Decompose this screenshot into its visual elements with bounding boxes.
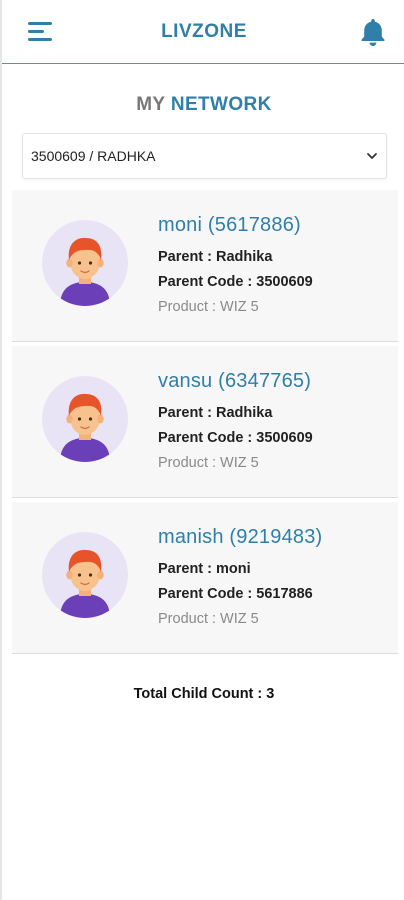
- child-card[interactable]: moni (5617886) Parent : Radhika Parent C…: [12, 190, 398, 342]
- avatar: [42, 376, 128, 462]
- child-card[interactable]: manish (9219483) Parent : moni Parent Co…: [12, 502, 398, 654]
- child-parent: Parent : Radhika: [158, 249, 273, 265]
- page-title: MY NETWORK: [2, 94, 404, 116]
- page-title-prefix: MY: [136, 94, 166, 115]
- total-child-count: Total Child Count : 3: [133, 686, 275, 702]
- child-product: Product : WIZ 5: [158, 455, 259, 471]
- child-parent-code: Parent Code : 5617886: [158, 586, 313, 602]
- child-product: Product : WIZ 5: [158, 299, 259, 315]
- child-name: manish (9219483): [158, 526, 323, 548]
- app-header: LIVZONE: [2, 0, 404, 64]
- child-parent-code: Parent Code : 3500609: [158, 274, 313, 290]
- child-name: vansu (6347765): [158, 370, 312, 392]
- member-select[interactable]: 3500609 / RADHKA: [22, 133, 387, 179]
- app-title: LIVZONE: [161, 21, 247, 42]
- page: LIVZONE MY NETWORK 3500609 / RADHKA moni…: [0, 0, 404, 900]
- page-title-highlight: NETWORK: [170, 94, 272, 115]
- child-parent: Parent : Radhika: [158, 405, 273, 421]
- child-product: Product : WIZ 5: [158, 611, 259, 627]
- avatar: [42, 532, 128, 618]
- child-card[interactable]: vansu (6347765) Parent : Radhika Parent …: [12, 346, 398, 498]
- child-parent-code: Parent Code : 3500609: [158, 430, 313, 446]
- child-parent: Parent : moni: [158, 561, 251, 577]
- chevron-down-icon: [367, 153, 377, 159]
- member-select-value: 3500609 / RADHKA: [31, 148, 156, 164]
- bell-icon[interactable]: [359, 17, 387, 47]
- child-name: moni (5617886): [158, 214, 301, 236]
- avatar: [42, 220, 128, 306]
